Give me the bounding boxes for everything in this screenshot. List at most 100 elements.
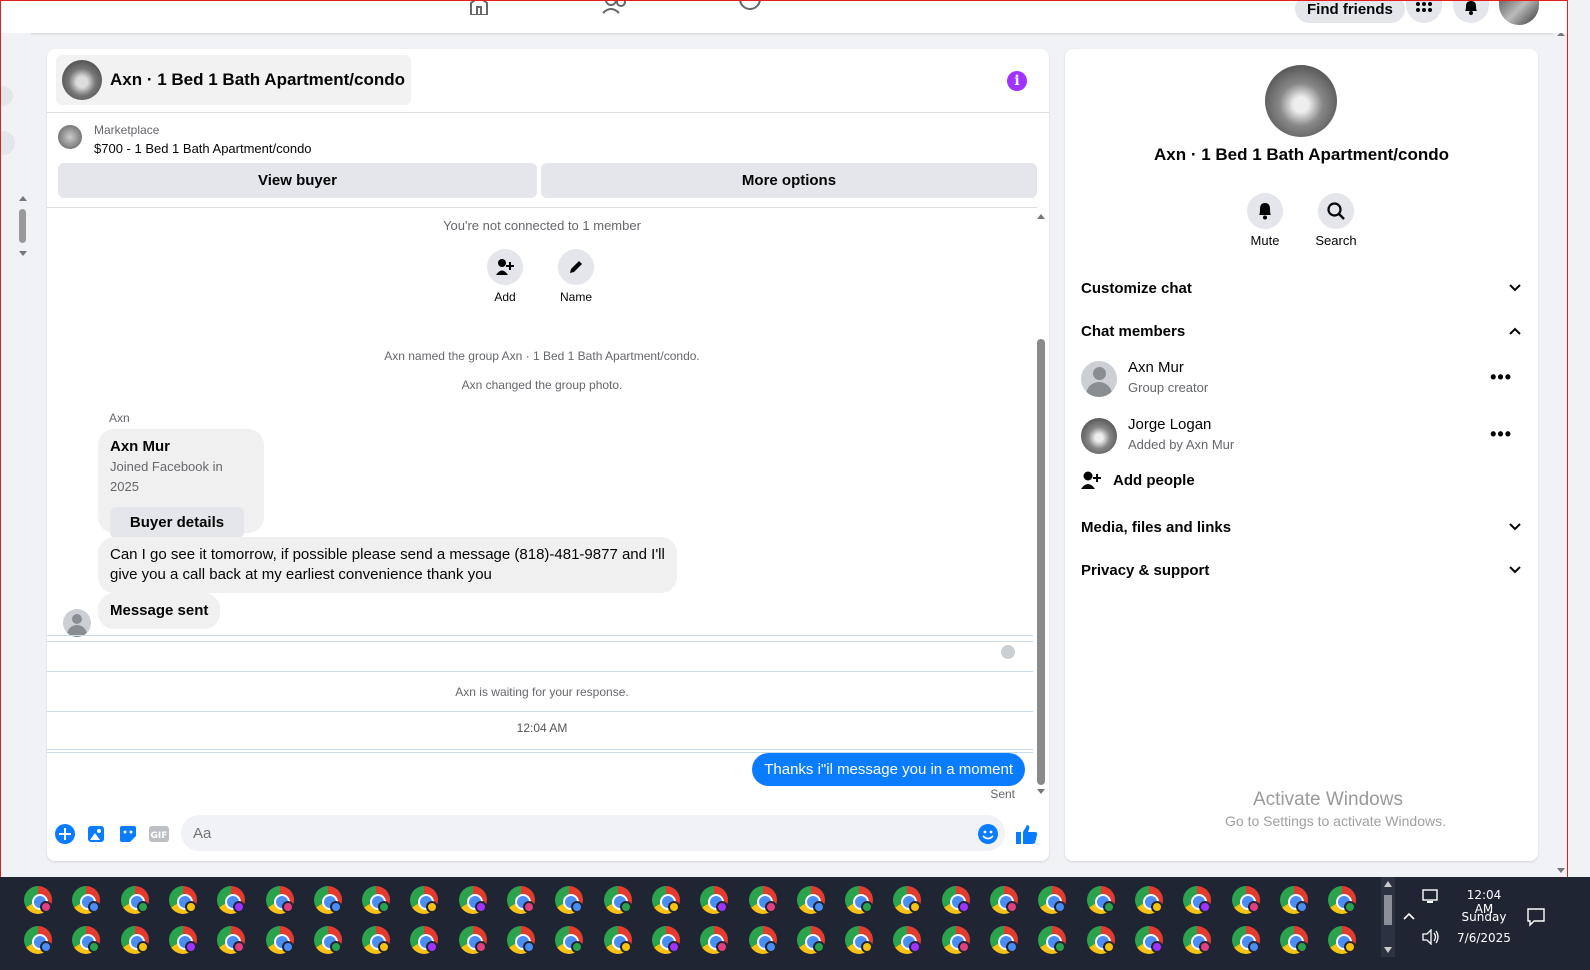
info-icon[interactable]: i [1007, 71, 1027, 91]
member-avatar [1081, 418, 1117, 454]
buyer-details-button[interactable]: Buyer details [110, 507, 244, 538]
header-divider [47, 112, 1049, 113]
chat-scrollbar-thumb[interactable] [1037, 339, 1045, 785]
member-role: Added by Axn Mur [1128, 437, 1235, 452]
message-input[interactable] [181, 815, 1005, 851]
group-photo-large[interactable] [1265, 65, 1337, 137]
network-icon[interactable] [1422, 889, 1440, 905]
listing-title[interactable]: $700 - 1 Bed 1 Bath Apartment/condo [94, 141, 312, 156]
waiting-note: Axn is waiting for your response. [455, 685, 629, 699]
chevron-down-icon [1509, 284, 1521, 292]
conversation-title: Axn · 1 Bed 1 Bath Apartment/condo [110, 70, 406, 89]
member-avatar [1081, 361, 1117, 397]
activate-windows-subtitle: Go to Settings to activate Windows. [1225, 813, 1446, 829]
friends-icon[interactable] [602, 1, 628, 15]
profile-badge-icon [620, 941, 632, 953]
search-label: Search [1315, 233, 1357, 248]
emoji-icon[interactable] [977, 823, 999, 845]
profile-badge-icon [1151, 941, 1163, 953]
gif-icon[interactable]: GIF [148, 823, 170, 845]
search-icon[interactable] [1318, 193, 1354, 229]
profile-badge-icon [137, 941, 149, 953]
profile-badge-icon [475, 901, 487, 913]
mute-label: Mute [1250, 233, 1280, 248]
volume-icon[interactable] [1422, 929, 1440, 945]
more-dots-icon[interactable]: ••• [1490, 424, 1512, 445]
profile-badge-icon [475, 941, 487, 953]
member-row[interactable]: Jorge Logan Added by Axn Mur ••• [1081, 416, 1522, 456]
profile-badge-icon [571, 941, 583, 953]
profile-badge-icon [233, 941, 245, 953]
profile-badge-icon [1199, 901, 1211, 913]
profile-badge-icon [523, 901, 535, 913]
profile-badge-icon [1103, 941, 1115, 953]
svg-text:GIF: GIF [151, 831, 168, 841]
media-files-row[interactable]: Media, files and links [1081, 512, 1522, 542]
clock-date[interactable]: 7/6/2025 [1456, 931, 1512, 945]
divider-line [47, 641, 1033, 642]
profile-badge-icon [40, 941, 52, 953]
message-composer: GIF [47, 811, 1049, 857]
media-files-label: Media, files and links [1081, 518, 1232, 536]
profile-badge-icon [909, 901, 921, 913]
profile-badge-icon [716, 901, 728, 913]
chevron-up-icon [1509, 327, 1521, 335]
member-row[interactable]: Axn Mur Group creator ••• [1081, 359, 1522, 399]
taskbar-scrollbar[interactable] [1381, 877, 1395, 957]
profile-badge-icon [1054, 941, 1066, 953]
clock-day[interactable]: Sunday [1456, 910, 1512, 924]
page-scrollbar[interactable] [1553, 32, 1567, 877]
event-changed-photo: Axn changed the group photo. [461, 378, 623, 392]
profile-badge-icon [861, 901, 873, 913]
browser-window: Find friends Axn · 1 Bed 1 Bath Apartmen… [0, 0, 1568, 877]
profile-badge-icon [1103, 901, 1115, 913]
view-buyer-button[interactable]: View buyer [58, 163, 537, 198]
profile-badge-icon [716, 941, 728, 953]
listing-thumbnail [58, 125, 82, 149]
home-icon[interactable] [466, 1, 492, 15]
chat-members-label: Chat members [1081, 322, 1186, 340]
conversation-header[interactable]: Axn · 1 Bed 1 Bath Apartment/condo [56, 55, 412, 105]
profile-badge-icon [426, 901, 438, 913]
plus-circle-icon[interactable] [54, 823, 76, 845]
like-thumb-icon[interactable] [1016, 823, 1038, 845]
divider-line [47, 635, 1033, 636]
customize-chat-row[interactable]: Customize chat [1081, 273, 1522, 303]
incoming-message-status: Message sent [98, 593, 221, 629]
profile-avatar[interactable] [1499, 1, 1539, 25]
customize-chat-label: Customize chat [1081, 279, 1192, 297]
groups-icon[interactable] [737, 1, 763, 15]
profile-badge-icon [282, 941, 294, 953]
chevron-down-icon [1509, 566, 1521, 574]
message-timestamp: 12:04 AM [516, 721, 568, 735]
edit-name-icon[interactable] [558, 249, 594, 285]
chevron-up-icon[interactable] [1402, 911, 1416, 921]
profile-badge-icon [426, 941, 438, 953]
outgoing-message: Thanks i"il message you in a moment [752, 753, 1025, 786]
chevron-down-icon [1509, 523, 1521, 531]
privacy-support-row[interactable]: Privacy & support [1081, 555, 1522, 585]
listing-divider [47, 207, 1037, 208]
more-dots-icon[interactable]: ••• [1490, 367, 1512, 388]
chat-info-panel: Axn · 1 Bed 1 Bath Apartment/condo Mute … [1065, 49, 1538, 861]
sticker-icon[interactable] [117, 823, 139, 845]
profile-badge-icon [571, 901, 583, 913]
menu-grid-icon[interactable] [1406, 1, 1442, 23]
add-people-button[interactable]: Add people [1081, 471, 1195, 489]
chat-members-row[interactable]: Chat members [1081, 316, 1522, 346]
find-friends-button[interactable]: Find friends [1295, 1, 1405, 23]
profile-badge-icon [765, 941, 777, 953]
notifications-bell-icon[interactable] [1453, 1, 1489, 23]
photo-icon[interactable] [85, 823, 107, 845]
group-photo [62, 60, 102, 100]
add-member-icon[interactable] [487, 249, 523, 285]
not-connected-note: You're not connected to 1 member [443, 218, 641, 233]
more-options-button[interactable]: More options [541, 163, 1037, 198]
member-role: Group creator [1128, 380, 1209, 395]
notification-center-icon[interactable] [1526, 907, 1546, 927]
add-people-label: Add people [1113, 471, 1195, 489]
profile-badge-icon [1344, 901, 1356, 913]
profile-badge-icon [523, 941, 535, 953]
incoming-message: Can I go see it tomorrow, if possible pl… [98, 537, 677, 593]
mute-bell-icon[interactable] [1247, 193, 1283, 229]
